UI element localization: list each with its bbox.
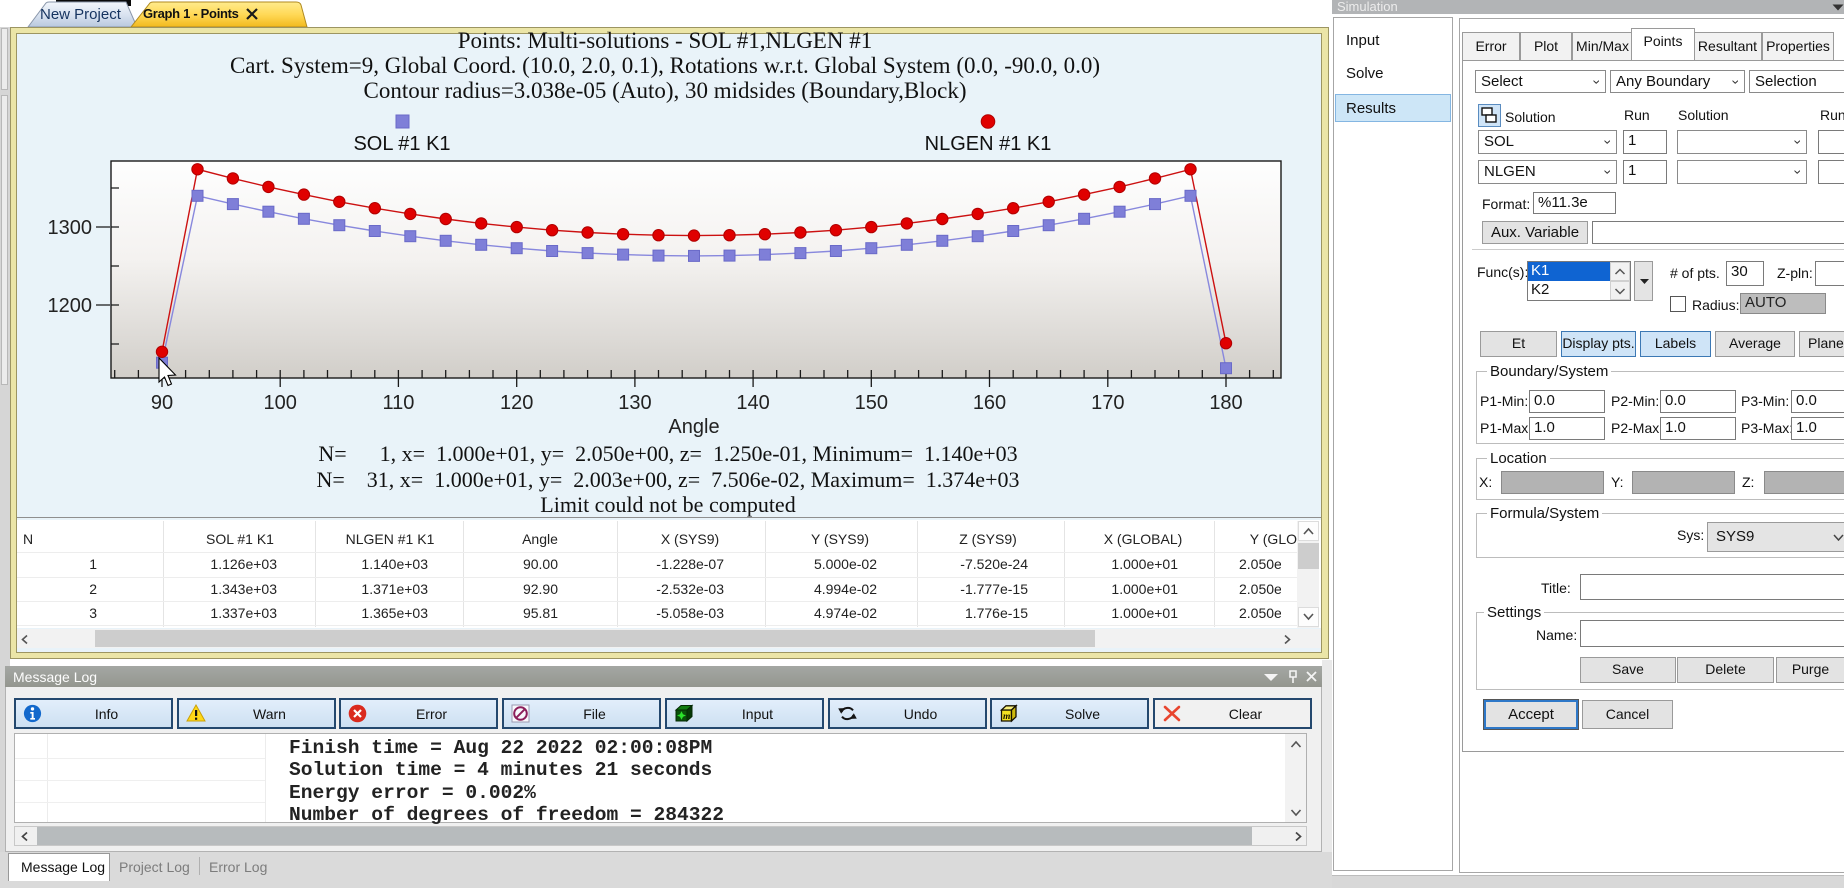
svg-text:140: 140 <box>736 392 769 414</box>
svg-text:170: 170 <box>1091 392 1124 414</box>
svg-text:100: 100 <box>264 392 297 414</box>
svg-text:1200: 1200 <box>48 295 93 317</box>
svg-text:150: 150 <box>855 392 888 414</box>
svg-text:120: 120 <box>500 392 533 414</box>
svg-text:180: 180 <box>1209 392 1242 414</box>
svg-text:110: 110 <box>382 392 414 414</box>
svg-text:90: 90 <box>151 392 173 414</box>
svg-text:Angle: Angle <box>668 416 719 438</box>
svg-text:130: 130 <box>618 392 651 414</box>
svg-text:160: 160 <box>973 392 1006 414</box>
svg-text:1300: 1300 <box>48 217 93 239</box>
